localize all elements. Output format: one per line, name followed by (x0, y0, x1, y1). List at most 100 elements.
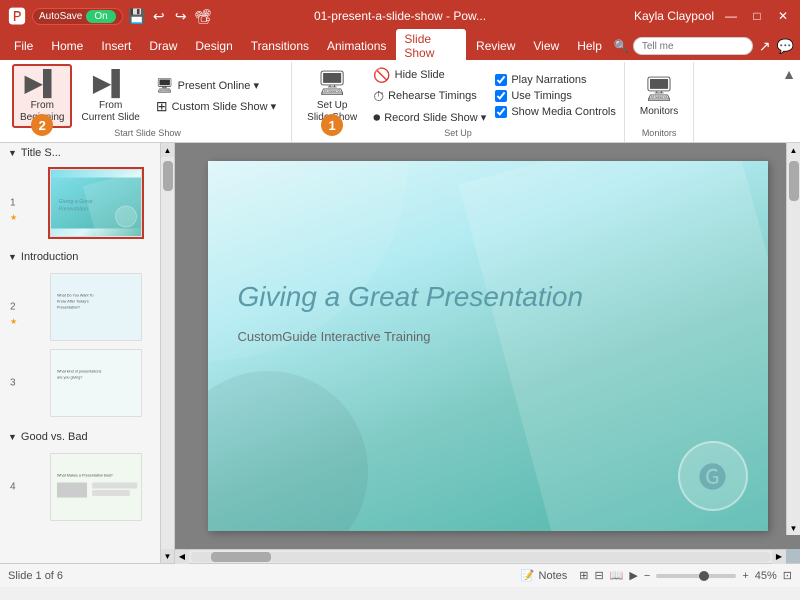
slide-2-preview: What Do You Want To Know After Today's P… (50, 273, 142, 341)
zoom-minus-button[interactable]: − (644, 570, 650, 582)
canvas-scroll-thumb[interactable] (789, 161, 799, 201)
slide-3-preview: What kind of presentations are you givin… (50, 349, 142, 417)
menu-home[interactable]: Home (43, 36, 91, 56)
start-slideshow-group-label: Start Slide Show (114, 128, 181, 140)
menu-view[interactable]: View (525, 36, 567, 56)
play-narrations-item[interactable]: Play Narrations (495, 73, 616, 87)
slide-4-container: 4 What Makes a Presentation Bad? (28, 451, 152, 523)
section-intro-label: Introduction (21, 251, 78, 263)
slide-1-num: 1 (10, 198, 16, 209)
slide-4-thumb[interactable]: What Makes a Presentation Bad? (48, 451, 144, 523)
user-name: Kayla Claypool (634, 9, 714, 23)
scroll-down-button[interactable]: ▼ (161, 549, 175, 563)
autosave-badge[interactable]: AutoSave On (32, 8, 123, 25)
h-scroll-left[interactable]: ◀ (175, 550, 189, 564)
hide-slide-button[interactable]: 🚫 Hide Slide (366, 65, 493, 85)
menu-file[interactable]: File (6, 36, 41, 56)
menu-transitions[interactable]: Transitions (243, 36, 317, 56)
canvas-area: ▲ ▼ Giving a Great Presentation CustomGu… (175, 143, 800, 563)
scroll-thumb[interactable] (163, 161, 173, 191)
view-slide-sorter-icon[interactable]: ⊟ (594, 569, 603, 582)
badge-1: 1 (321, 114, 343, 136)
menu-bar: File Home Insert Draw Design Transitions… (0, 32, 800, 60)
monitors-button[interactable]: 🖥 Monitors (633, 64, 685, 128)
canvas-v-scrollbar[interactable]: ▲ ▼ (786, 143, 800, 535)
minimize-button[interactable]: — (722, 7, 740, 25)
use-timings-label: Use Timings (511, 90, 572, 102)
present-icon[interactable]: 📽 (195, 8, 211, 24)
present-online-button[interactable]: 🖥 Present Online ▾ (149, 76, 283, 96)
play-narrations-checkbox[interactable] (495, 74, 507, 86)
show-media-checkbox[interactable] (495, 106, 507, 118)
ribbon-group-setup: 🖥 Set UpSlide Show 1 🚫 Hide Slide ⏱ (292, 62, 625, 142)
custom-slide-icon: ⊞ (156, 98, 168, 115)
menu-review[interactable]: Review (468, 36, 523, 56)
section-arrow-3: ▼ (8, 432, 17, 442)
fit-page-button[interactable]: ⊡ (783, 569, 792, 582)
undo-icon[interactable]: ↩ (151, 8, 167, 24)
present-online-icon: 🖥 (156, 77, 174, 94)
main-area: ▲ ▼ ▼ Title S... 1 ★ (0, 143, 800, 563)
menu-insert[interactable]: Insert (93, 36, 139, 56)
custom-slide-show-button[interactable]: ⊞ Custom Slide Show ▾ (149, 97, 283, 117)
menu-design[interactable]: Design (187, 36, 240, 56)
zoom-level: 45% (755, 570, 777, 582)
h-scroll-thumb[interactable] (211, 552, 271, 562)
hide-slide-label: Hide Slide (395, 69, 445, 81)
share-icon[interactable]: ↗ (759, 38, 771, 55)
rehearse-timings-button[interactable]: ⏱ Rehearse Timings (366, 86, 493, 106)
show-media-item[interactable]: Show Media Controls (495, 105, 616, 119)
menu-slideshow[interactable]: Slide Show (396, 29, 466, 63)
canvas-scroll-up[interactable]: ▲ (787, 143, 800, 157)
autosave-toggle[interactable]: On (86, 10, 115, 23)
slide-3-thumb[interactable]: What kind of presentations are you givin… (48, 347, 144, 419)
monitors-group-label: Monitors (642, 128, 677, 140)
from-current-slide-button[interactable]: ▶▌ FromCurrent Slide (74, 64, 146, 128)
slide-1-thumb[interactable]: Giving a Great Presentation (48, 167, 144, 239)
collapse-ribbon-button[interactable]: ▲ (782, 66, 796, 82)
menu-draw[interactable]: Draw (141, 36, 185, 56)
scroll-up-button[interactable]: ▲ (161, 143, 175, 157)
svg-text:What Do You Want To: What Do You Want To (57, 294, 93, 298)
comment-icon[interactable]: 💬 (777, 38, 794, 55)
ribbon-group-monitors: 🖥 Monitors Monitors (625, 62, 694, 142)
section-introduction[interactable]: ▼ Introduction (0, 247, 160, 267)
menu-help[interactable]: Help (569, 36, 610, 56)
canvas-scroll-down[interactable]: ▼ (787, 521, 800, 535)
slide-3-container: 3 What kind of presentations are you giv… (28, 347, 152, 419)
slide-subtitle: CustomGuide Interactive Training (238, 329, 748, 344)
close-button[interactable]: ✕ (774, 7, 792, 25)
start-slideshow-buttons: ▶▌ FromBeginning 2 ▶▌ FromCurrent Slide … (12, 64, 283, 128)
notes-icon: 📝 (521, 569, 535, 582)
h-scroll-track[interactable] (191, 552, 770, 562)
section-title-s[interactable]: ▼ Title S... (0, 143, 160, 163)
status-bar: Slide 1 of 6 📝 Notes ⊞ ⊟ 📖 ▶ − + 45% ⊡ (0, 563, 800, 587)
view-presenter-icon[interactable]: ▶ (629, 569, 637, 582)
notes-button[interactable]: 📝 Notes (515, 567, 573, 584)
status-right: 📝 Notes ⊞ ⊟ 📖 ▶ − + 45% ⊡ (515, 567, 792, 584)
ribbon-content: ▶▌ FromBeginning 2 ▶▌ FromCurrent Slide … (0, 60, 800, 142)
search-input[interactable] (633, 37, 753, 55)
menu-animations[interactable]: Animations (319, 36, 394, 56)
slide-1-star: ★ (10, 213, 17, 222)
zoom-plus-button[interactable]: + (742, 570, 748, 582)
use-timings-item[interactable]: Use Timings (495, 89, 616, 103)
section-good-vs-bad[interactable]: ▼ Good vs. Bad (0, 427, 160, 447)
monitors-label: Monitors (640, 106, 678, 118)
view-reading-icon[interactable]: 📖 (610, 569, 624, 582)
use-timings-checkbox[interactable] (495, 90, 507, 102)
ribbon-group-start-slideshow: ▶▌ FromBeginning 2 ▶▌ FromCurrent Slide … (4, 62, 292, 142)
slide-2-thumb[interactable]: What Do You Want To Know After Today's P… (48, 271, 144, 343)
setup-group-label: Set Up (444, 128, 472, 140)
view-normal-icon[interactable]: ⊞ (579, 569, 588, 582)
slide-panel-scrollbar[interactable]: ▲ ▼ (160, 143, 174, 563)
from-current-icon: ▶▌ (93, 69, 128, 98)
save-icon[interactable]: 💾 (129, 8, 145, 24)
record-slide-show-button[interactable]: ⏺ Record Slide Show ▾ (366, 107, 493, 127)
redo-icon[interactable]: ↪ (173, 8, 189, 24)
zoom-slider[interactable] (656, 574, 736, 578)
zoom-thumb[interactable] (699, 571, 709, 581)
h-scroll-right[interactable]: ▶ (772, 550, 786, 564)
maximize-button[interactable]: □ (748, 7, 766, 25)
slide-2-container: 2 ★ What Do You Want To Know After Today… (28, 271, 152, 343)
